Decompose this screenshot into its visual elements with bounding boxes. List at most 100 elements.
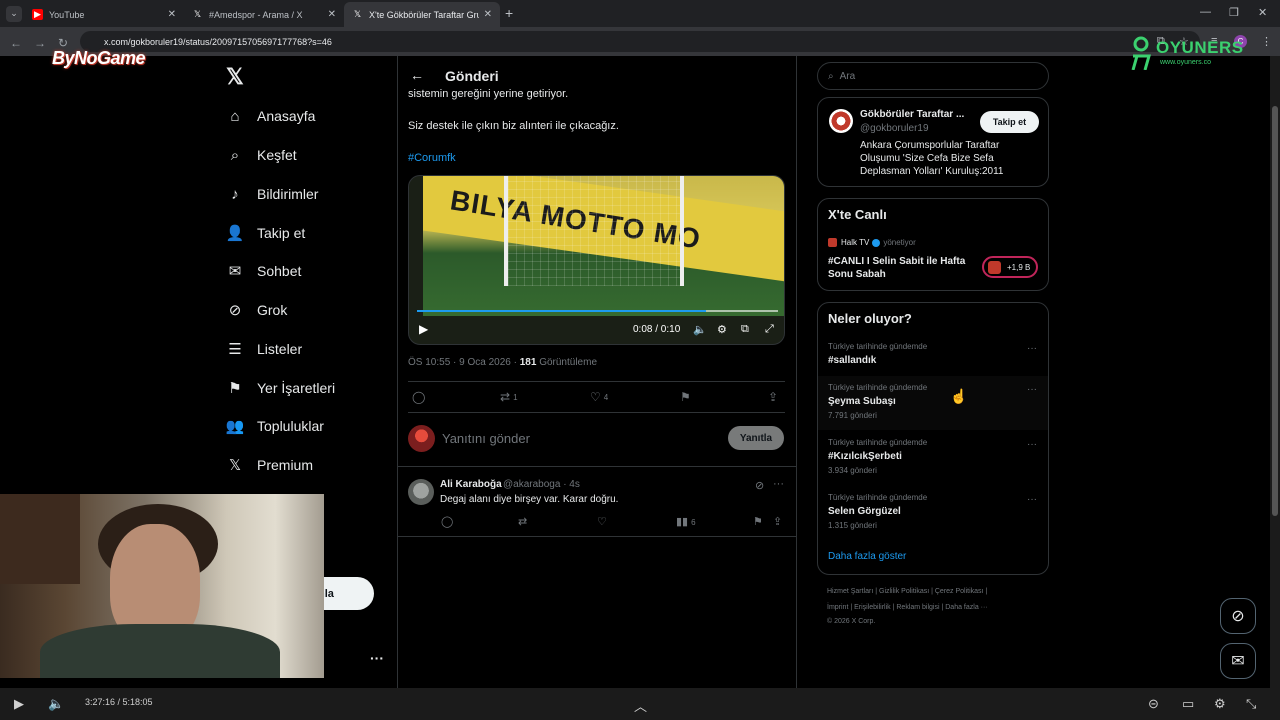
nav-item-grok[interactable]: ⊘ Grok [226,295,288,325]
account-more-icon[interactable]: ··· [370,650,384,666]
more-icon[interactable]: ··· [1027,384,1037,395]
messages-fab-button[interactable]: ✉ [1220,643,1256,679]
close-icon[interactable]: ✕ [168,9,176,20]
heart-icon[interactable]: ♡ [597,515,607,528]
minimize-icon[interactable]: — [1200,6,1211,18]
tab-search-icon[interactable]: ⌄ [6,5,22,22]
like-count: 4 [603,392,609,402]
forward-icon[interactable]: → [34,36,46,50]
settings-icon[interactable]: ⚙ [717,323,727,336]
nav-item-messages[interactable]: ✉ Sohbet [226,256,302,286]
scrollbar-thumb[interactable] [1272,106,1278,516]
share-action[interactable]: ⇪ [768,390,778,404]
back-icon[interactable]: ← [10,36,22,50]
reply-author-handle[interactable]: @akaraboga · 4s [503,479,580,490]
like-action[interactable]: ♡ 4 [590,390,608,404]
views-action[interactable]: ▮▮ 6 [676,515,696,528]
nav-item-follow[interactable]: 👤 Takip et [225,218,306,248]
nav-item-lists[interactable]: ☰ Listeler [226,334,302,364]
volume-icon[interactable]: 🔈 [48,696,64,712]
tab-amedspor[interactable]: 𝕏 #Amedspor - Arama / X ✕ [184,2,344,27]
verified-icon [872,238,881,247]
avatar[interactable] [829,109,853,133]
x-icon: 𝕏 [193,9,202,19]
show-more-link[interactable]: Daha fazla göster [828,551,906,562]
profile-name[interactable]: Gökbörüler Taraftar ... [860,109,964,120]
stream-logo: ByNoGame [52,48,146,68]
play-icon[interactable]: ▶ [14,696,24,712]
listener-count: +1,9 B [1007,262,1031,272]
post-text-line: sistemin gereğini yerine getiriyor. [408,88,569,100]
video-player[interactable]: BILYA MOTTO MO ▶ 0:08 / 0:10 🔈 ⚙ ⧉ ⤢ [408,175,785,345]
close-icon[interactable]: ✕ [328,9,336,20]
trend-name[interactable]: Şeyma Subaşı [828,396,896,407]
person-add-icon: 👤 [225,225,245,242]
new-tab-icon[interactable]: + [505,5,513,21]
minimize-player-icon[interactable]: ⤡ [1246,696,1256,712]
video-progress-bar[interactable] [417,310,778,312]
play-icon[interactable]: ▶ [419,322,428,336]
footer-links[interactable]: İmprint | Erişilebilirlik | Reklam bilgi… [827,604,988,611]
menu-icon[interactable]: ⋮ [1261,35,1272,48]
list-icon: ☰ [228,341,242,358]
volume-icon[interactable]: 🔈 [693,323,707,336]
share-icon: ⇪ [768,390,779,404]
chevron-up-icon[interactable]: ︿ [634,696,647,715]
fullscreen-icon[interactable]: ⤢ [765,323,774,336]
nav-item-premium[interactable]: 𝕏 Premium [226,450,313,480]
url-text: x.com/gokboruler19/status/20097157056971… [104,36,332,47]
live-listeners-badge[interactable]: +1,9 B [982,256,1038,278]
nav-item-bookmarks[interactable]: ⚑ Yer İşaretleri [226,373,335,403]
trend-name[interactable]: #sallandık [828,355,876,366]
bookmark-action[interactable]: ⚑ [680,390,691,404]
nav-item-explore[interactable]: ⌕ Keşfet [226,140,297,170]
grok-icon[interactable]: ⊘ [755,479,764,492]
follow-button[interactable]: Takip et [980,111,1039,133]
post-hashtag[interactable]: #Corumfk [408,152,456,164]
autoplay-toggle-icon[interactable]: ⊝ [1148,696,1159,712]
restore-icon[interactable]: ❐ [1229,6,1239,19]
more-icon[interactable]: ··· [773,478,784,490]
trend-context: Türkiye tarihinde gündemde [828,438,928,447]
live-channel[interactable]: Halk TV yönetiyor [828,238,916,247]
brand-site: www.oyuners.co [1160,59,1211,66]
tab-gokboruler[interactable]: 𝕏 X'te Gökbörüler Taraftar Grubu ✕ [344,2,500,27]
address-bar[interactable]: x.com/gokboruler19/status/20097157056971… [80,31,1200,52]
brand-mascot-icon [1131,36,1151,71]
x-logo-icon[interactable]: 𝕏 [226,64,244,90]
reply-action[interactable]: ◯ [412,390,425,404]
bookmark-icon[interactable]: ⚑ [753,515,763,528]
reply-icon[interactable]: ◯ [441,515,453,528]
reply-input[interactable]: Yanıtını gönder [442,431,530,446]
search-input[interactable]: ⌕ Ara [817,62,1049,90]
nav-item-communities[interactable]: 👥 Topluluklar [226,411,324,441]
nav-item-home[interactable]: ⌂ Anasayfa [226,101,315,131]
more-icon[interactable]: ··· [1027,343,1037,354]
close-icon[interactable]: ✕ [484,9,492,20]
settings-icon[interactable]: ⚙ [1214,696,1226,712]
trend-context: Türkiye tarihinde gündemde [828,383,928,392]
close-window-icon[interactable]: ✕ [1258,6,1267,19]
nav-item-notifications[interactable]: ♪ Bildirimler [226,179,318,209]
reply-button[interactable]: Yanıtla [728,426,784,450]
pip-icon[interactable]: ⧉ [741,323,749,336]
share-icon[interactable]: ⇪ [773,515,782,528]
tab-youtube[interactable]: ▶ YouTube ✕ [24,2,184,27]
subtitles-icon[interactable]: ▭ [1182,696,1194,712]
reply-author-name[interactable]: Ali Karaboğa [440,479,502,490]
profile-handle[interactable]: @gokboruler19 [860,123,929,134]
retweet-icon[interactable]: ⇄ [518,515,527,528]
footer-links[interactable]: Hizmet Şartları | Gizlilik Politikası | … [827,588,987,595]
live-broadcast-title[interactable]: #CANLI I Selin Sabit ile Hafta Sonu Saba… [828,255,978,281]
more-icon[interactable]: ··· [1027,494,1037,505]
retweet-action[interactable]: ⇄ 1 [500,390,518,404]
back-arrow-icon[interactable]: ← [410,67,424,83]
trend-name[interactable]: #KızılcıkŞerbeti [828,451,902,462]
grok-fab-button[interactable]: ⊘ [1220,598,1256,634]
communities-icon: 👥 [225,418,245,435]
more-icon[interactable]: ··· [1027,439,1037,450]
trend-name[interactable]: Selen Görgüzel [828,506,901,517]
page-scrollbar[interactable] [1270,56,1280,688]
avatar[interactable] [408,479,434,505]
nav-item-label: Takip et [257,225,306,241]
